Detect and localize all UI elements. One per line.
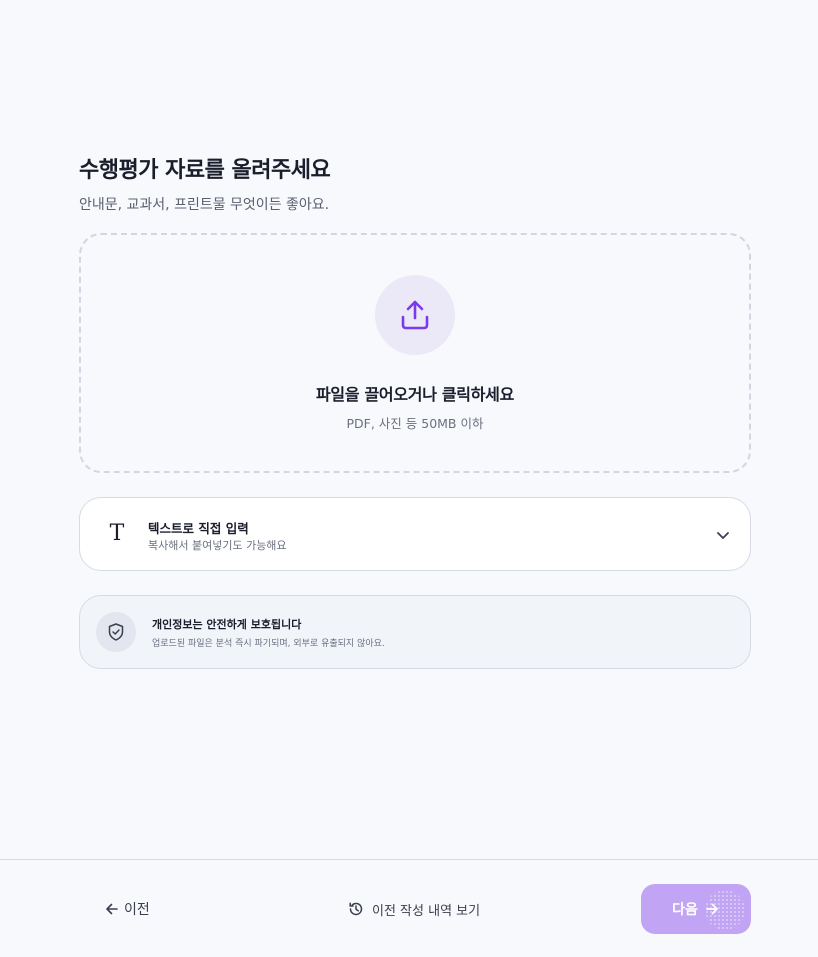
history-button-label: 이전 작성 내역 보기 xyxy=(372,903,481,919)
arrow-left-icon xyxy=(106,903,118,915)
back-button[interactable]: 이전 xyxy=(96,896,158,922)
upload-page: 수행평가 자료를 올려주세요 안내문, 교과서, 프린트물 무엇이든 좋아요. … xyxy=(0,0,818,957)
page-title: 수행평가 자료를 올려주세요 xyxy=(79,158,331,183)
file-dropzone[interactable]: 파일을 끌어오거나 클릭하세요 PDF, 사진 등 50MB 이하 xyxy=(79,233,751,473)
history-icon xyxy=(349,902,363,916)
footer-bar: 이전 이전 작성 내역 보기 다음 xyxy=(0,859,818,957)
text-t-icon: T xyxy=(109,521,125,546)
dropzone-hint: PDF, 사진 등 50MB 이하 xyxy=(346,416,484,431)
next-button[interactable]: 다음 xyxy=(641,884,751,934)
shield-check-icon xyxy=(108,623,124,641)
shield-icon-circle xyxy=(96,612,136,652)
history-button[interactable]: 이전 작성 내역 보기 xyxy=(342,896,486,922)
upload-icon-circle xyxy=(375,275,455,355)
page-subtitle: 안내문, 교과서, 프린트물 무엇이든 좋아요. xyxy=(79,197,330,213)
sparkle-decoration xyxy=(705,890,745,930)
next-button-label: 다음 xyxy=(672,902,698,918)
chevron-down-icon[interactable] xyxy=(714,526,732,544)
dropzone-title: 파일을 끌어오거나 클릭하세요 xyxy=(315,385,514,404)
upload-icon xyxy=(401,300,429,330)
text-input-subtitle: 복사해서 붙여넣기도 가능해요 xyxy=(148,539,287,552)
privacy-title: 개인정보는 안전하게 보호됩니다 xyxy=(152,618,302,631)
main-content: 수행평가 자료를 올려주세요 안내문, 교과서, 프린트물 무엇이든 좋아요. … xyxy=(79,155,751,669)
back-button-label: 이전 xyxy=(124,902,150,918)
text-input-title: 텍스트로 직접 입력 xyxy=(148,521,249,536)
text-input-toggle[interactable]: T 텍스트로 직접 입력 복사해서 붙여넣기도 가능해요 xyxy=(79,497,751,571)
privacy-notice: 개인정보는 안전하게 보호됩니다 업로드된 파일은 분석 즉시 파기되며, 외부… xyxy=(79,595,751,669)
privacy-subtitle: 업로드된 파일은 분석 즉시 파기되며, 외부로 유출되지 않아요. xyxy=(152,639,385,649)
